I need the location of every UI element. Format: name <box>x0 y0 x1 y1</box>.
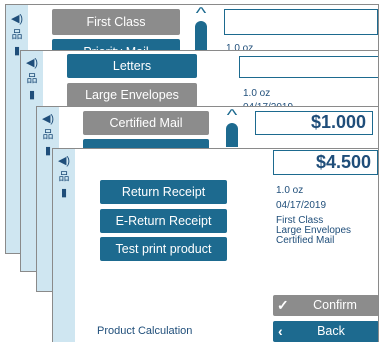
network-icon[interactable]: 品 <box>57 171 71 183</box>
back-label: Back <box>317 324 345 338</box>
screen-product-calculation: ◀) 品 ▮ $4.500 Return Receipt E-Return Re… <box>52 148 379 342</box>
date-value: 04/17/2019 <box>276 200 327 211</box>
book-icon[interactable]: ▮ <box>25 89 39 101</box>
price-display: $4.500 <box>273 150 378 175</box>
checkmark-icon: ✓ <box>277 297 289 313</box>
back-button[interactable]: ‹ Back <box>273 321 378 342</box>
price-display: $1.000 <box>255 111 373 135</box>
first-class-button[interactable]: First Class <box>52 9 180 35</box>
chevron-left-icon: ‹ <box>278 323 283 339</box>
footer-title: Product Calculation <box>97 325 193 337</box>
confirm-button[interactable]: ✓ Confirm <box>273 295 378 316</box>
book-icon[interactable]: ▮ <box>57 187 71 199</box>
speaker-icon[interactable]: ◀) <box>25 57 39 69</box>
summary-item: Certified Mail <box>276 235 335 246</box>
e-return-receipt-button[interactable]: E-Return Receipt <box>100 209 227 233</box>
speaker-icon[interactable]: ◀) <box>10 13 24 25</box>
weight-value: 1.0 oz <box>243 88 271 99</box>
price-field <box>239 56 378 78</box>
sidebar: ◀) 品 ▮ <box>53 149 75 342</box>
network-icon[interactable]: 品 <box>25 73 39 85</box>
price-field <box>224 9 378 35</box>
weight-value: 1.0 oz <box>276 185 304 196</box>
large-envelopes-button[interactable]: Large Envelopes <box>67 83 197 107</box>
scroll-up-button[interactable]: ^ <box>224 107 240 147</box>
letters-button[interactable]: Letters <box>67 54 197 78</box>
confirm-label: Confirm <box>313 298 357 312</box>
network-icon[interactable]: 品 <box>10 29 24 41</box>
chevron-up-icon: ^ <box>226 107 238 124</box>
speaker-icon[interactable]: ◀) <box>41 113 55 125</box>
test-print-product-button[interactable]: Test print product <box>100 237 227 261</box>
chevron-up-icon: ^ <box>195 5 207 22</box>
certified-mail-button[interactable]: Certified Mail <box>83 111 209 135</box>
speaker-icon[interactable]: ◀) <box>57 155 71 167</box>
return-receipt-button[interactable]: Return Receipt <box>100 180 227 204</box>
network-icon[interactable]: 品 <box>41 129 55 141</box>
